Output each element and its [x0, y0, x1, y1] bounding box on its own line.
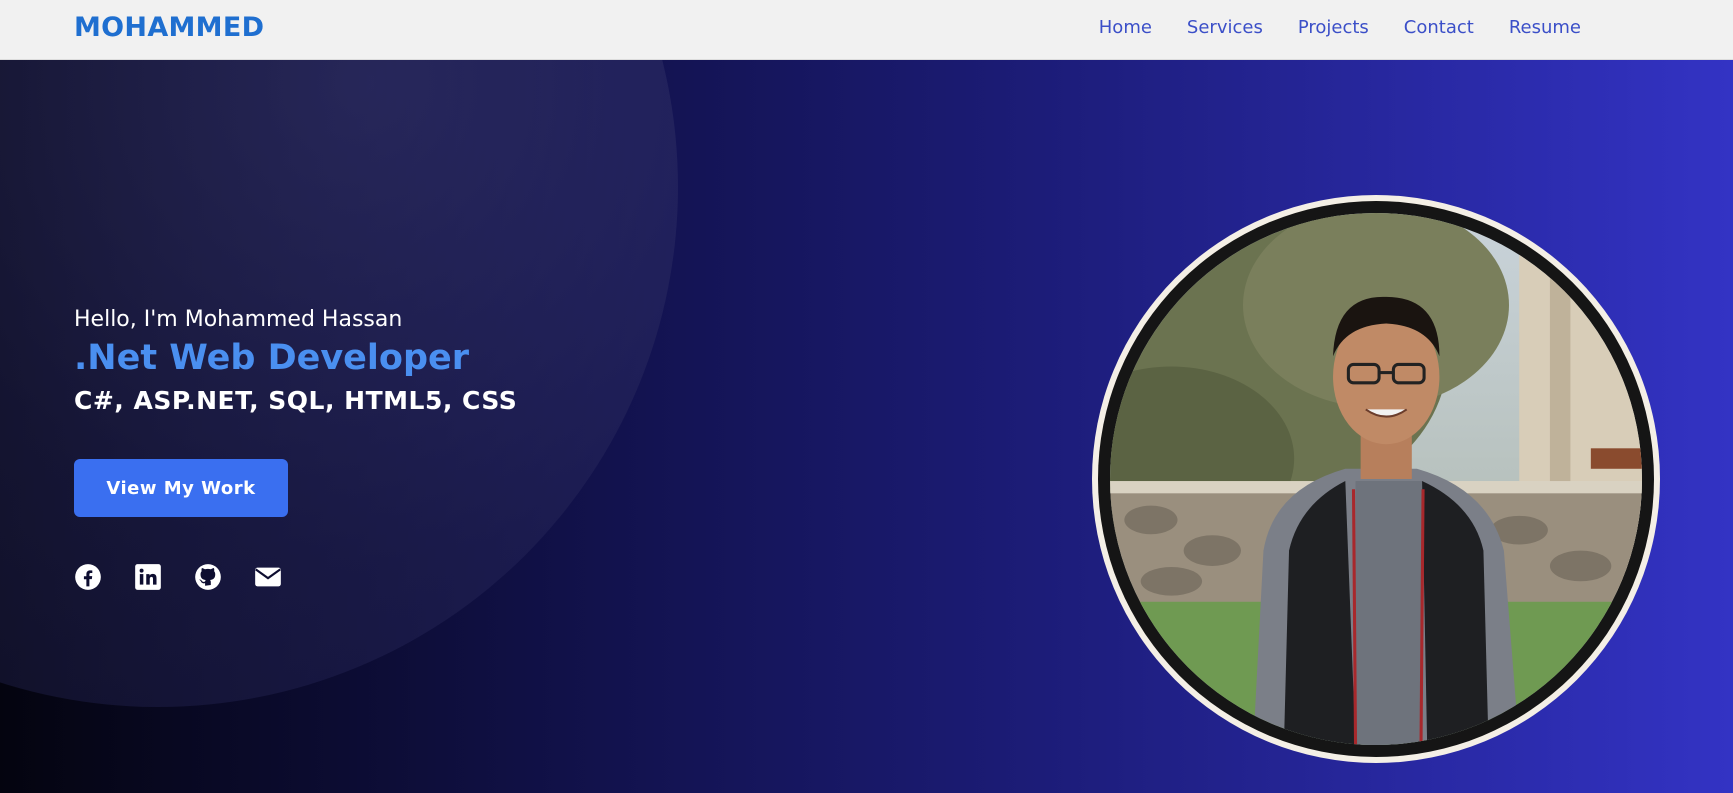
profile-photo-frame: [1092, 195, 1660, 763]
nav-links: Home Services Projects Contact Resume: [1099, 17, 1581, 38]
hero-role: .Net Web Developer: [74, 338, 470, 378]
nav-link-resume[interactable]: Resume: [1509, 17, 1581, 38]
facebook-icon[interactable]: [74, 563, 102, 591]
nav-link-services[interactable]: Services: [1187, 17, 1263, 38]
view-my-work-button[interactable]: View My Work: [74, 459, 288, 517]
nav-link-contact[interactable]: Contact: [1404, 17, 1474, 38]
nav-link-projects[interactable]: Projects: [1298, 17, 1369, 38]
email-icon[interactable]: [254, 563, 282, 591]
profile-photo: [1110, 213, 1642, 745]
nav-link-home[interactable]: Home: [1099, 17, 1152, 38]
github-icon[interactable]: [194, 563, 222, 591]
linkedin-icon[interactable]: [134, 563, 162, 591]
hero-skills: C#, ASP.NET, SQL, HTML5, CSS: [74, 386, 518, 415]
brand-logo[interactable]: MOHAMMED: [74, 12, 264, 43]
navbar: MOHAMMED Home Services Projects Contact …: [0, 0, 1733, 60]
hero-greeting: Hello, I'm Mohammed Hassan: [74, 307, 403, 332]
social-links: [74, 563, 282, 591]
hero-section: Hello, I'm Mohammed Hassan .Net Web Deve…: [0, 60, 1733, 793]
hero-intro: Hello, I'm Mohammed Hassan .Net Web Deve…: [74, 307, 517, 415]
